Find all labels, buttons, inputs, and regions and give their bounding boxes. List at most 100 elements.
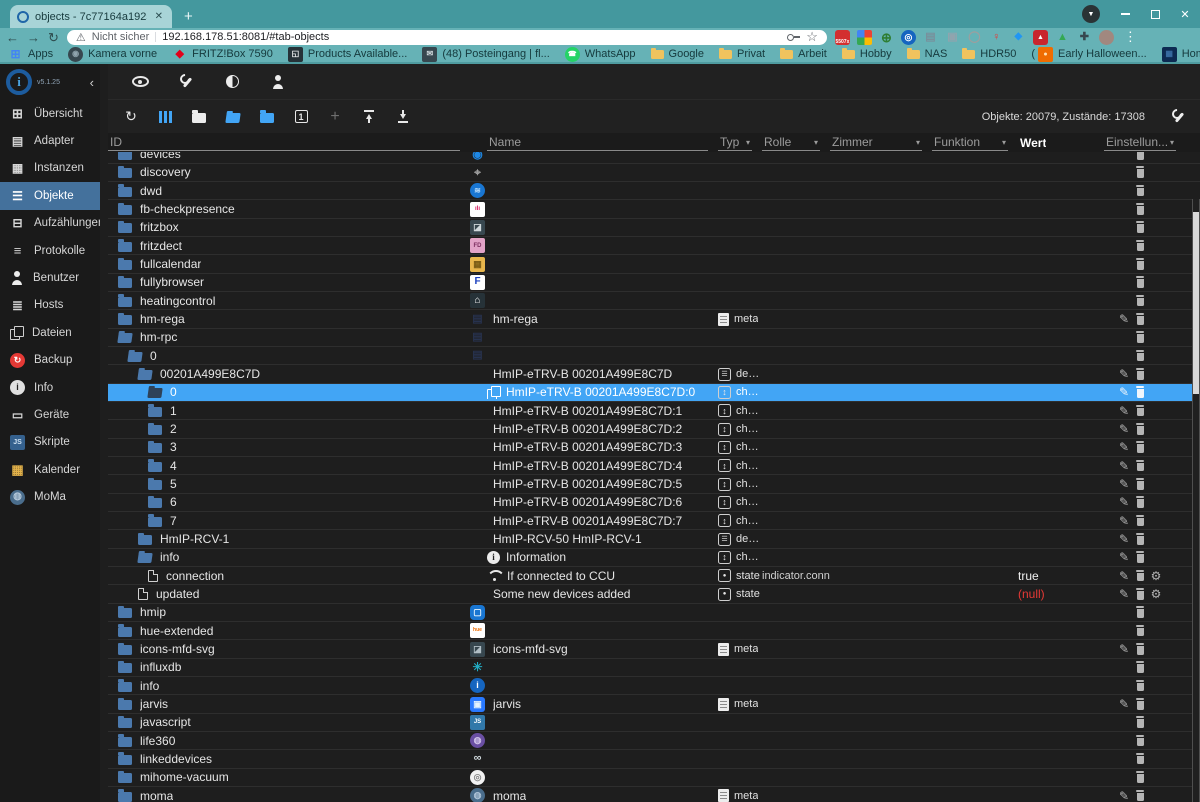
user-button[interactable]	[268, 72, 288, 92]
address-bar[interactable]: ⚠ Nicht sicher 192.168.178.51:8081/#tab-…	[67, 30, 827, 45]
droplet-extension-icon[interactable]: ◆	[1011, 30, 1026, 45]
delete-icon[interactable]	[1135, 258, 1145, 270]
column-header-zimmer[interactable]: Zimmer▾	[830, 135, 922, 151]
adblock-extension-icon[interactable]: 5507x	[835, 30, 850, 45]
object-row[interactable]: fb-checkpresenceıIı	[108, 200, 1200, 218]
add-object-button[interactable]: +	[326, 108, 344, 126]
filter-caret-icon[interactable]: ▾	[1002, 138, 1006, 147]
bookmark[interactable]: HDR50	[962, 48, 1016, 60]
default-expand-button[interactable]	[258, 108, 276, 126]
collapse-all-button[interactable]	[190, 108, 208, 126]
column-header-typ[interactable]: Typ▾	[718, 135, 752, 151]
edit-icon[interactable]: ✎	[1119, 551, 1129, 563]
object-row[interactable]: javascriptJS	[108, 714, 1200, 732]
delete-icon[interactable]	[1135, 771, 1145, 783]
delete-icon[interactable]	[1135, 203, 1145, 215]
bookmark[interactable]: ☎WhatsApp	[565, 47, 636, 62]
delete-icon[interactable]	[1135, 478, 1145, 490]
delete-icon[interactable]	[1135, 368, 1145, 380]
object-row[interactable]: life360◍	[108, 732, 1200, 750]
settings-icon[interactable]: ⚙	[1151, 570, 1162, 582]
globe-extension-icon[interactable]: ⊕	[879, 30, 894, 45]
delete-icon[interactable]	[1135, 295, 1145, 307]
object-row[interactable]: moma◍momameta✎	[108, 787, 1200, 802]
delete-icon[interactable]	[1135, 551, 1145, 563]
object-row[interactable]: updatedSome new devices added●state(null…	[108, 585, 1200, 603]
refresh-button[interactable]: ↻	[122, 108, 140, 126]
sidebar-item-objekte[interactable]: ☰Objekte	[0, 182, 100, 209]
delete-icon[interactable]	[1135, 753, 1145, 765]
browser-tab[interactable]: objects - 7c77164a1925 ✕	[10, 5, 172, 28]
wrench-button[interactable]	[176, 72, 196, 92]
ring-extension-icon[interactable]: ◯	[967, 30, 982, 45]
filter-caret-icon[interactable]: ▾	[916, 138, 920, 147]
edit-icon[interactable]: ✎	[1119, 698, 1129, 710]
object-row[interactable]: jarvis▣jarvismeta✎	[108, 695, 1200, 713]
object-row[interactable]: 0HmIP-eTRV-B 00201A499E8C7D:0↕channel✎	[108, 384, 1200, 402]
forward-icon[interactable]: →	[27, 31, 40, 44]
column-header-funktion[interactable]: Funktion▾	[932, 135, 1008, 151]
bookmark[interactable]: Privat	[719, 48, 765, 60]
delete-icon[interactable]	[1135, 423, 1145, 435]
object-row[interactable]: fritzdectFD	[108, 237, 1200, 255]
object-row[interactable]: 0▤	[108, 347, 1200, 365]
edit-icon[interactable]: ✎	[1119, 405, 1129, 417]
settings-icon[interactable]: ⚙	[1151, 588, 1162, 600]
edit-icon[interactable]: ✎	[1119, 588, 1129, 600]
browser-menu-icon[interactable]: ⋮	[1124, 29, 1137, 45]
delete-icon[interactable]	[1135, 460, 1145, 472]
bookmark[interactable]: ⊞Apps	[8, 47, 53, 62]
delete-icon[interactable]	[1135, 313, 1145, 325]
delete-icon[interactable]	[1135, 496, 1145, 508]
object-row[interactable]: infoiInformation↕channel✎	[108, 549, 1200, 567]
object-row[interactable]: 2HmIP-eTRV-B 00201A499E8C7D:2↕channel✎	[108, 420, 1200, 438]
sidebar-item-info[interactable]: iInfo	[0, 374, 100, 401]
delete-icon[interactable]	[1135, 588, 1145, 600]
object-row[interactable]: devices◉	[108, 152, 1200, 164]
column-header-einstellun[interactable]: Einstellun...▾	[1104, 135, 1176, 151]
sidebar-item-moma[interactable]: ◍MoMa	[0, 483, 100, 510]
bookmark[interactable]: ✉(48) Posteingang | fl...	[422, 47, 549, 62]
delete-icon[interactable]	[1135, 276, 1145, 288]
edit-icon[interactable]: ✎	[1119, 478, 1129, 490]
sidebar-item-adapter[interactable]: ▤Adapter	[0, 127, 100, 154]
profile-avatar[interactable]	[1099, 30, 1114, 45]
bookmark[interactable]: ◆FRITZ!Box 7590	[172, 47, 273, 62]
expert-mode-button[interactable]: 1	[292, 108, 310, 126]
delete-icon[interactable]	[1135, 680, 1145, 692]
google-arc-extension-icon[interactable]	[857, 30, 872, 45]
edit-icon[interactable]: ✎	[1119, 496, 1129, 508]
object-row[interactable]: 6HmIP-eTRV-B 00201A499E8C7D:6↕channel✎	[108, 494, 1200, 512]
edit-icon[interactable]: ✎	[1119, 368, 1129, 380]
bookmark[interactable]: ◉Kamera vorne	[68, 47, 157, 62]
edit-icon[interactable]: ✎	[1119, 790, 1129, 802]
theme-toggle-button[interactable]	[222, 72, 242, 92]
delete-icon[interactable]	[1135, 606, 1145, 618]
maximize-button[interactable]	[1140, 0, 1170, 28]
object-row[interactable]: HmIP-RCV-1HmIP-RCV-50 HmIP-RCV-1☰device✎	[108, 530, 1200, 548]
edit-icon[interactable]: ✎	[1119, 460, 1129, 472]
delete-icon[interactable]	[1135, 221, 1145, 233]
bookmark[interactable]: ▦HomeMatic WebUI	[1162, 47, 1200, 62]
extensions-puzzle-icon[interactable]: ✚	[1077, 30, 1092, 45]
object-row[interactable]: fullcalendar▦	[108, 255, 1200, 273]
object-row[interactable]: connectionIf connected to CCU●stateindic…	[108, 567, 1200, 585]
object-row[interactable]: 7HmIP-eTRV-B 00201A499E8C7D:7↕channel✎	[108, 512, 1200, 530]
object-row[interactable]: 1HmIP-eTRV-B 00201A499E8C7D:1↕channel✎	[108, 402, 1200, 420]
object-row[interactable]: icons-mfd-svg◪icons-mfd-svgmeta✎	[108, 640, 1200, 658]
sidebar-item-instanzen[interactable]: ▦Instanzen	[0, 155, 100, 182]
column-header-rolle[interactable]: Rolle▾	[762, 135, 820, 151]
notes-extension-icon[interactable]: ▤	[923, 30, 938, 45]
bookmark[interactable]: NAS	[907, 48, 948, 60]
delete-icon[interactable]	[1135, 570, 1145, 582]
close-button[interactable]: ✕	[1170, 0, 1200, 28]
object-row[interactable]: dwd≋	[108, 182, 1200, 200]
google-drive-extension-icon[interactable]: ▲	[1055, 30, 1070, 45]
object-row[interactable]: fullybrowserF	[108, 274, 1200, 292]
settings-wrench-icon[interactable]	[1171, 109, 1186, 124]
target-extension-icon[interactable]: ◎	[901, 30, 916, 45]
adobe-acrobat-extension-icon[interactable]: ▲	[1033, 30, 1048, 45]
bookmark[interactable]: Google	[651, 48, 704, 60]
reload-icon[interactable]: ↻	[48, 31, 59, 44]
visibility-button[interactable]	[130, 72, 150, 92]
